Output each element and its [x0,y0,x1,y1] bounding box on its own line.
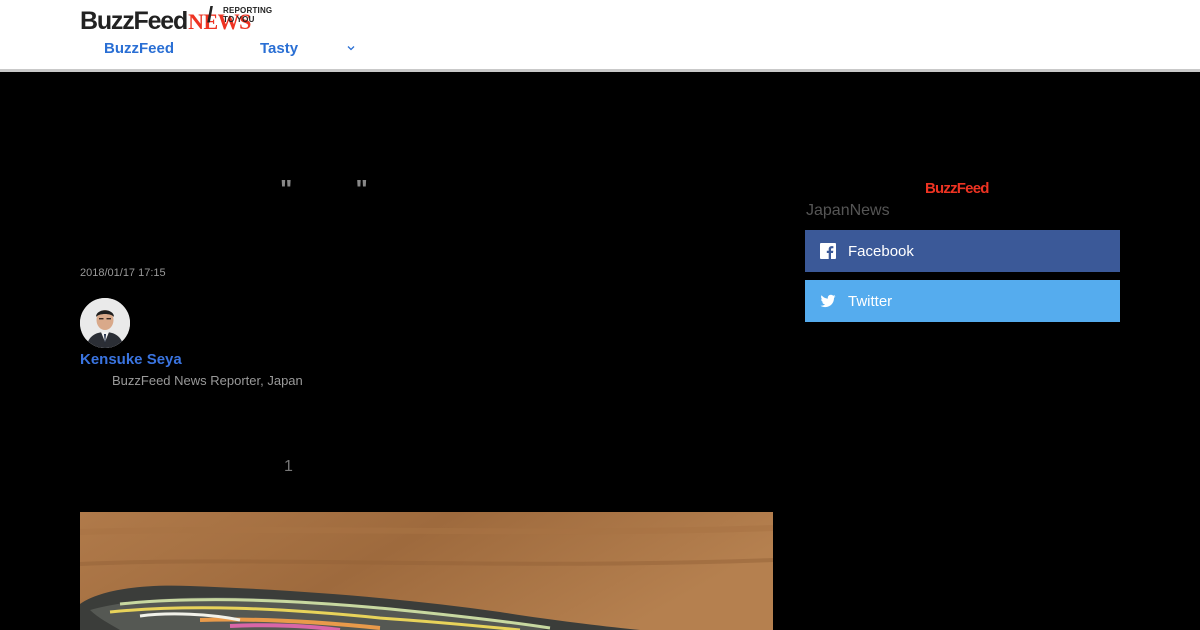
footnote-number: 1 [284,458,293,475]
facebook-share-button[interactable]: Facebook [805,230,1120,272]
twitter-share-button[interactable]: Twitter [805,280,1120,322]
author-name-link[interactable]: Kensuke Seya [80,351,182,368]
tagline-line-1: REPORTING [223,6,273,15]
facebook-share-label: Facebook [848,242,914,260]
logo-buzzfeed-text: BuzzFeed [80,7,188,35]
author-avatar[interactable] [80,298,130,348]
author-role: BuzzFeed News Reporter, Japan [112,373,303,388]
sidebar-label: JapanNews [806,202,890,219]
author-photo [80,298,130,348]
twitter-share-label: Twitter [848,292,893,310]
nav-link-tasty[interactable]: Tasty [260,40,298,57]
sidebar-buzzfeed-logo[interactable]: BuzzFeed [925,180,989,197]
logo-slash: / [207,2,214,27]
food-photo-image [80,512,773,630]
article-timestamp: 2018/01/17 17:15 [80,267,166,279]
logo-tagline: REPORTING TO YOU [223,6,293,24]
header-divider [0,69,1200,72]
top-navigation-bar: BuzzFeed NEWS / REPORTING TO YOU BuzzFee… [0,0,1200,69]
chevron-down-icon[interactable] [346,43,356,53]
tagline-line-2: TO YOU [223,15,255,24]
twitter-icon [820,294,836,308]
article-headline: " " [280,174,396,204]
facebook-icon [820,243,836,259]
article-photo[interactable] [80,512,773,630]
nav-link-buzzfeed[interactable]: BuzzFeed [104,40,174,57]
